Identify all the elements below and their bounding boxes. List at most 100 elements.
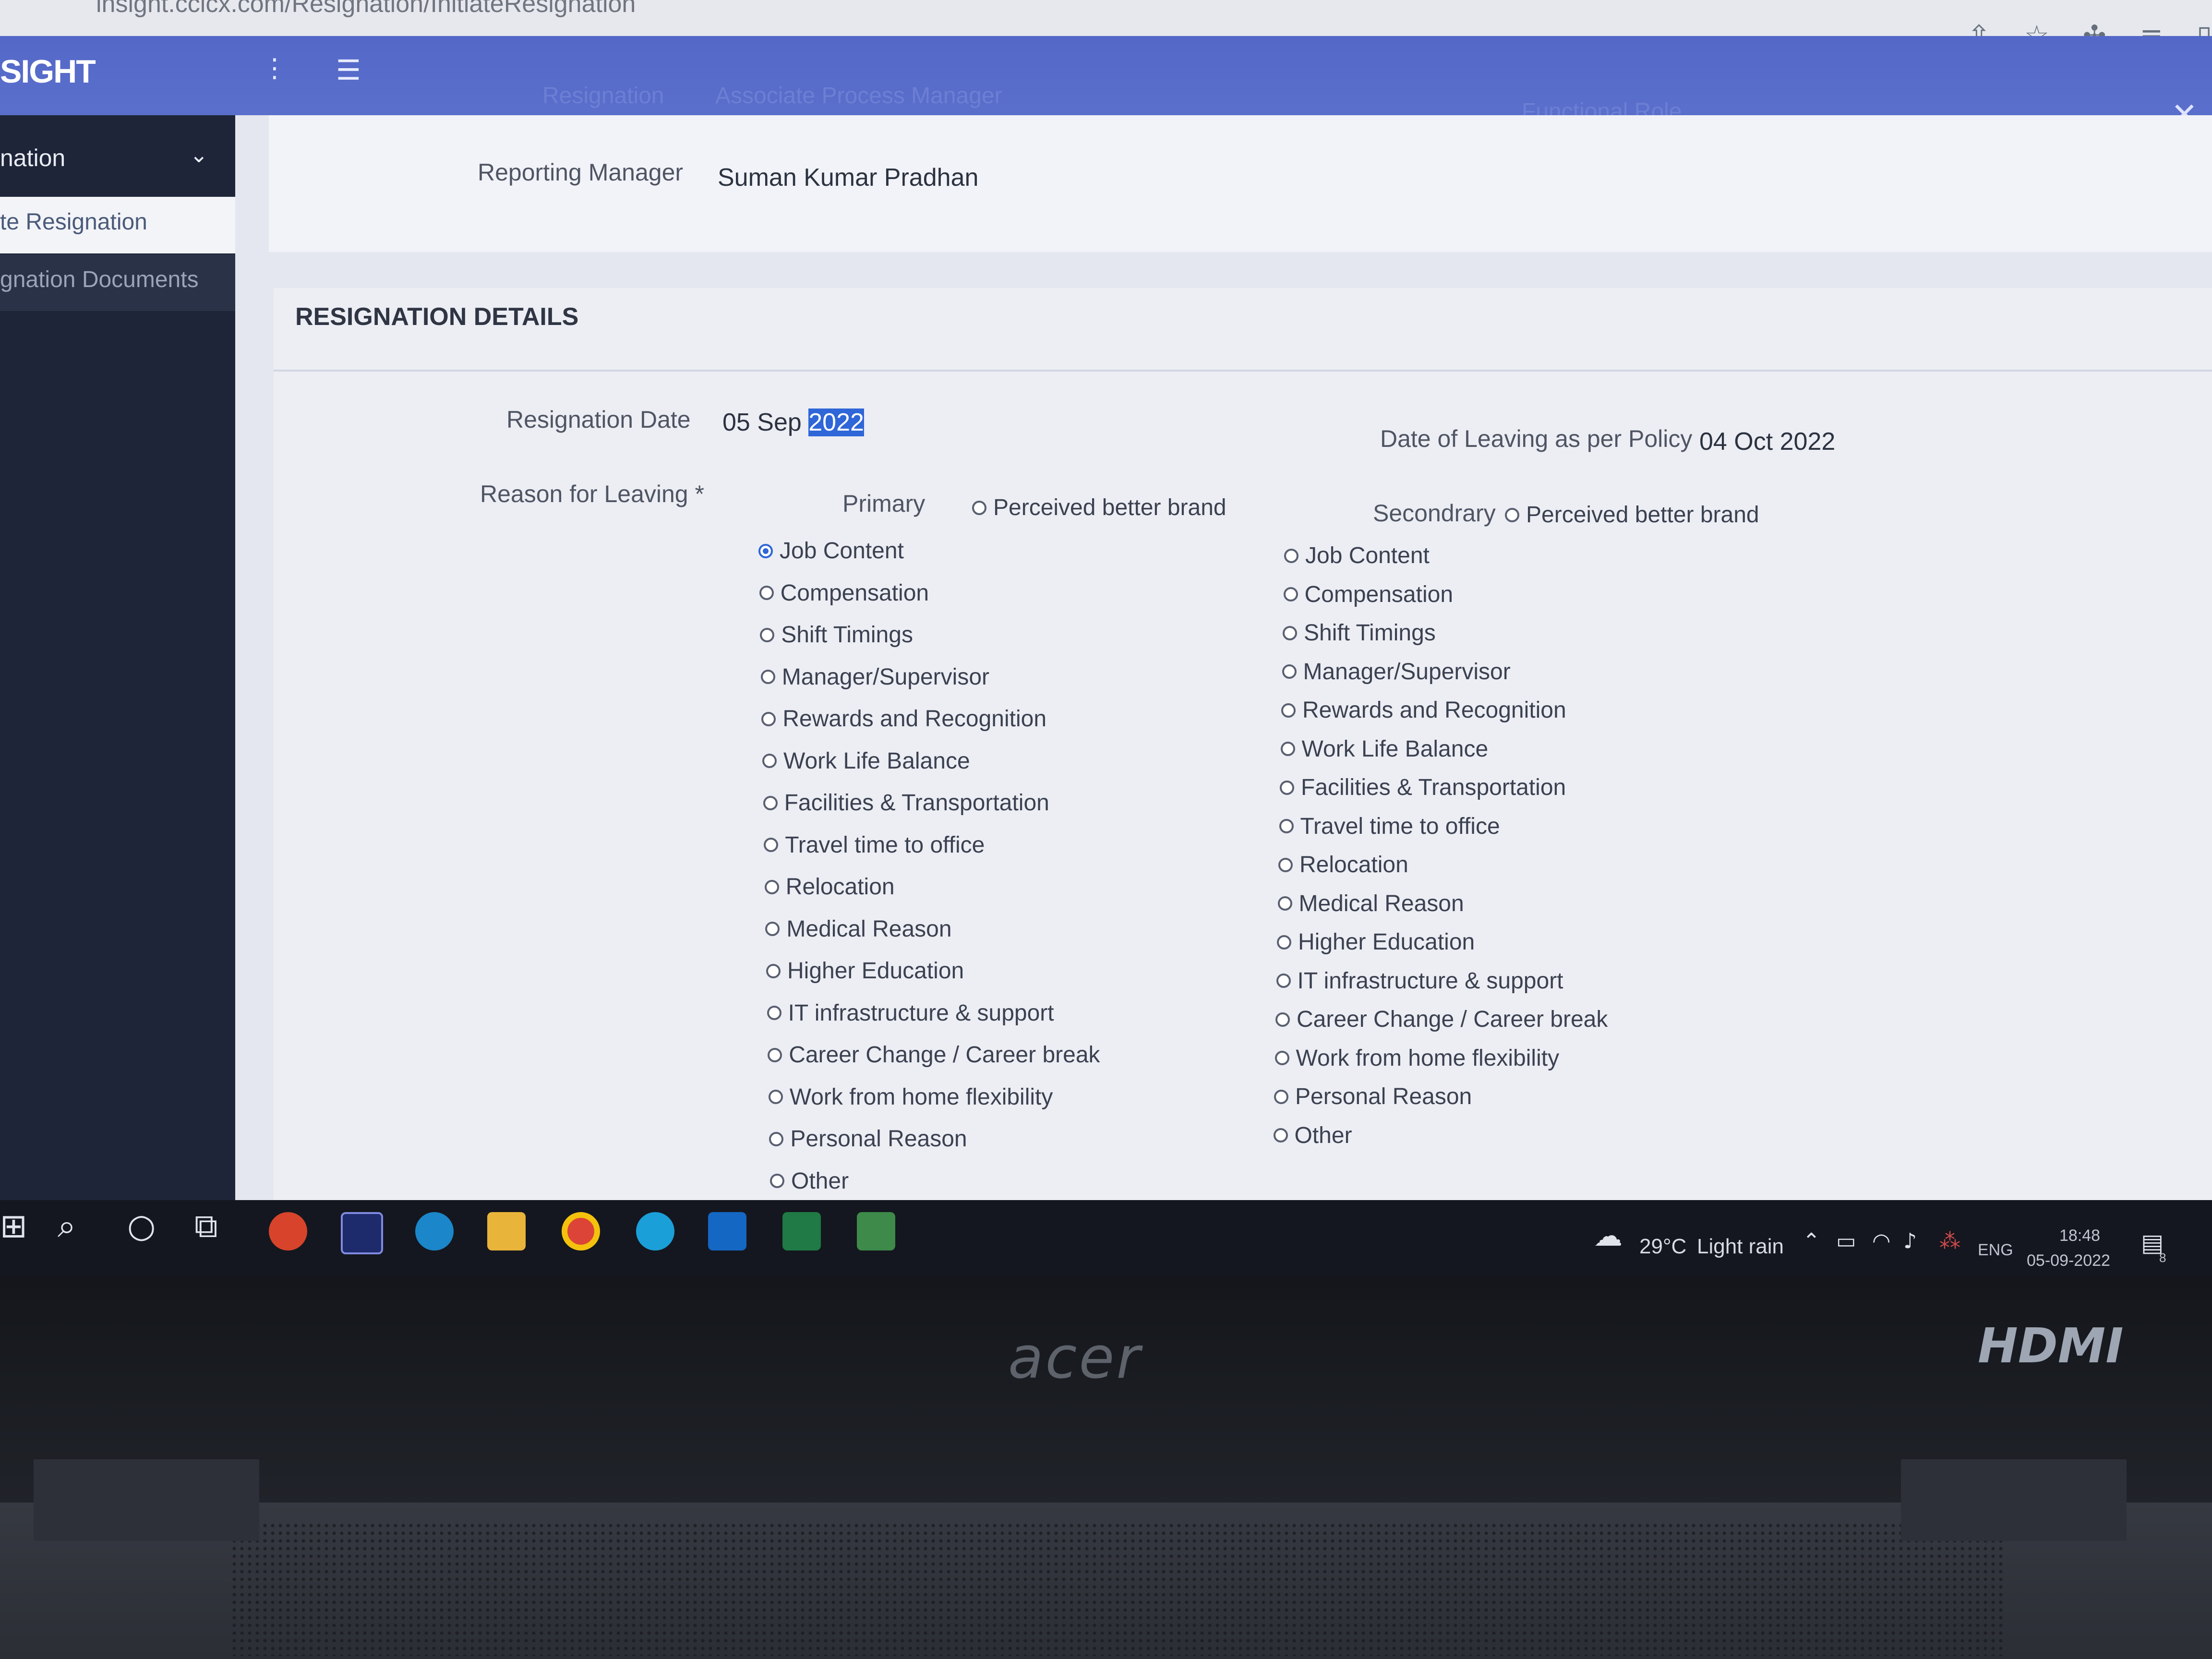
radio-button[interactable] — [1274, 1089, 1288, 1104]
breadcrumb-item[interactable]: Resignation — [542, 83, 664, 109]
primary-radio-work-from-home-flexibility[interactable]: Work from home flexibility — [768, 1084, 1053, 1110]
windows-start-icon[interactable]: ⊞ — [0, 1207, 27, 1245]
primary-radio-shift-timings[interactable]: Shift Timings — [760, 622, 913, 648]
search-icon[interactable]: ⌕ — [58, 1207, 76, 1246]
secondary-radio-shift-timings[interactable]: Shift Timings — [1283, 620, 1436, 646]
battery-icon[interactable]: ▭ — [1836, 1229, 1856, 1253]
primary-radio-personal-reason[interactable]: Personal Reason — [769, 1126, 967, 1152]
address-bar[interactable]: insight.ccicx.com/Resignation/InitiateRe… — [96, 0, 636, 18]
weather-cloud-icon[interactable]: ☁ — [1594, 1219, 1623, 1253]
primary-radio-it-infrastructure-support[interactable]: IT infrastructure & support — [767, 1000, 1054, 1026]
secondary-radio-travel-time-to-office[interactable]: Travel time to office — [1279, 813, 1500, 840]
primary-radio-rewards-and-recognition[interactable]: Rewards and Recognition — [761, 706, 1046, 732]
radio-button[interactable] — [763, 795, 778, 810]
chevron-up-icon[interactable]: ⌃ — [1803, 1229, 1820, 1253]
breadcrumb-item[interactable]: Associate Process Manager — [715, 83, 1002, 109]
primary-radio-career-change-career-break[interactable]: Career Change / Career break — [768, 1042, 1100, 1068]
primary-radio-other[interactable]: Other — [770, 1168, 849, 1194]
radio-button[interactable] — [769, 1131, 784, 1146]
more-options-icon[interactable]: ⋮ — [262, 53, 288, 83]
secondary-radio-personal-reason[interactable]: Personal Reason — [1274, 1083, 1472, 1110]
volume-icon[interactable]: ♪ — [1903, 1229, 1917, 1253]
radio-button[interactable] — [1283, 625, 1297, 640]
radio-button[interactable] — [760, 627, 775, 642]
skype-icon[interactable] — [636, 1212, 674, 1250]
primary-radio-perceived-better-brand[interactable]: Perceived better brand — [972, 494, 1226, 521]
secondary-radio-job-content[interactable]: Job Content — [1284, 542, 1430, 569]
radio-button[interactable] — [1280, 742, 1295, 756]
image-viewer-icon[interactable] — [857, 1212, 895, 1250]
intellij-icon[interactable] — [341, 1212, 383, 1254]
radio-button[interactable] — [1275, 1012, 1290, 1027]
app-logo[interactable]: SIGHT — [0, 53, 96, 90]
radio-button[interactable] — [1284, 548, 1298, 563]
primary-radio-travel-time-to-office[interactable]: Travel time to office — [764, 832, 985, 858]
radio-button[interactable] — [1282, 664, 1297, 679]
outlook-icon[interactable] — [708, 1212, 746, 1250]
secondary-radio-perceived-better-brand[interactable]: Perceived better brand — [1505, 502, 1759, 528]
radio-button[interactable] — [767, 1006, 781, 1020]
radio-button[interactable] — [759, 586, 774, 600]
secondary-radio-compensation[interactable]: Compensation — [1283, 581, 1453, 608]
secondary-radio-relocation[interactable]: Relocation — [1278, 852, 1408, 878]
task-view-icon[interactable]: ⧉ — [194, 1207, 218, 1246]
chrome-icon[interactable] — [562, 1212, 600, 1250]
cortana-icon[interactable]: ○ — [127, 1207, 156, 1245]
edge-icon[interactable] — [415, 1212, 454, 1250]
primary-radio-higher-education[interactable]: Higher Education — [766, 958, 964, 984]
app-icon[interactable] — [269, 1212, 307, 1250]
radio-button[interactable] — [1281, 703, 1296, 718]
sidebar-item-resignation-documents[interactable]: gnation Documents — [0, 254, 235, 311]
radio-button[interactable] — [765, 922, 780, 936]
radio-button[interactable] — [1505, 507, 1519, 522]
primary-radio-manager-supervisor[interactable]: Manager/Supervisor — [760, 664, 989, 690]
primary-radio-medical-reason[interactable]: Medical Reason — [765, 916, 952, 942]
radio-button[interactable] — [1280, 780, 1294, 795]
weather-description[interactable]: Light rain — [1697, 1235, 1784, 1259]
secondary-radio-medical-reason[interactable]: Medical Reason — [1277, 890, 1464, 917]
sidebar-item-initiate-resignation[interactable]: te Resignation — [0, 197, 235, 253]
radio-button[interactable] — [758, 543, 773, 558]
excel-icon[interactable] — [782, 1212, 821, 1250]
radio-button[interactable] — [764, 879, 779, 894]
network-status-icon[interactable]: ⁂ — [1939, 1229, 1960, 1253]
radio-button[interactable] — [1277, 896, 1292, 911]
radio-button[interactable] — [762, 754, 777, 768]
secondary-radio-career-change-career-break[interactable]: Career Change / Career break — [1275, 1006, 1608, 1033]
radio-button[interactable] — [770, 1174, 784, 1188]
resignation-date-field[interactable]: 05 Sep 2022 — [722, 408, 864, 437]
language-indicator[interactable]: ENG — [1978, 1241, 2013, 1260]
radio-button[interactable] — [768, 1047, 782, 1062]
radio-button[interactable] — [766, 963, 781, 978]
primary-radio-job-content[interactable]: Job Content — [758, 538, 904, 564]
secondary-radio-other[interactable]: Other — [1273, 1122, 1352, 1149]
radio-button[interactable] — [1277, 935, 1291, 950]
radio-button[interactable] — [760, 670, 775, 684]
file-explorer-icon[interactable] — [487, 1212, 526, 1250]
radio-button[interactable] — [764, 838, 779, 852]
secondary-radio-it-infrastructure-support[interactable]: IT infrastructure & support — [1276, 968, 1563, 994]
radio-button[interactable] — [761, 711, 776, 726]
primary-radio-relocation[interactable]: Relocation — [764, 874, 895, 900]
primary-radio-facilities-transportation[interactable]: Facilities & Transportation — [763, 790, 1049, 816]
secondary-radio-work-from-home-flexibility[interactable]: Work from home flexibility — [1274, 1045, 1559, 1071]
primary-radio-work-life-balance[interactable]: Work Life Balance — [762, 748, 970, 774]
radio-button[interactable] — [1274, 1051, 1289, 1065]
radio-button[interactable] — [1276, 974, 1291, 988]
wifi-icon[interactable]: ◠ — [1872, 1229, 1890, 1253]
radio-button[interactable] — [768, 1090, 783, 1104]
radio-button[interactable] — [1283, 587, 1298, 601]
radio-button[interactable] — [1279, 819, 1294, 833]
secondary-radio-rewards-and-recognition[interactable]: Rewards and Recognition — [1281, 697, 1566, 723]
clock-time[interactable]: 18:48 — [2059, 1226, 2100, 1245]
radio-button[interactable] — [972, 500, 986, 515]
radio-button[interactable] — [1278, 857, 1293, 872]
secondary-radio-facilities-transportation[interactable]: Facilities & Transportation — [1280, 774, 1566, 801]
primary-radio-compensation[interactable]: Compensation — [759, 580, 929, 606]
clock-date[interactable]: 05-09-2022 — [2027, 1251, 2110, 1270]
secondary-radio-higher-education[interactable]: Higher Education — [1277, 929, 1475, 955]
secondary-radio-work-life-balance[interactable]: Work Life Balance — [1280, 736, 1488, 762]
sidebar-group-resignation[interactable]: nation ⌄ — [0, 139, 230, 182]
secondary-radio-manager-supervisor[interactable]: Manager/Supervisor — [1282, 659, 1511, 685]
radio-button[interactable] — [1273, 1128, 1288, 1142]
